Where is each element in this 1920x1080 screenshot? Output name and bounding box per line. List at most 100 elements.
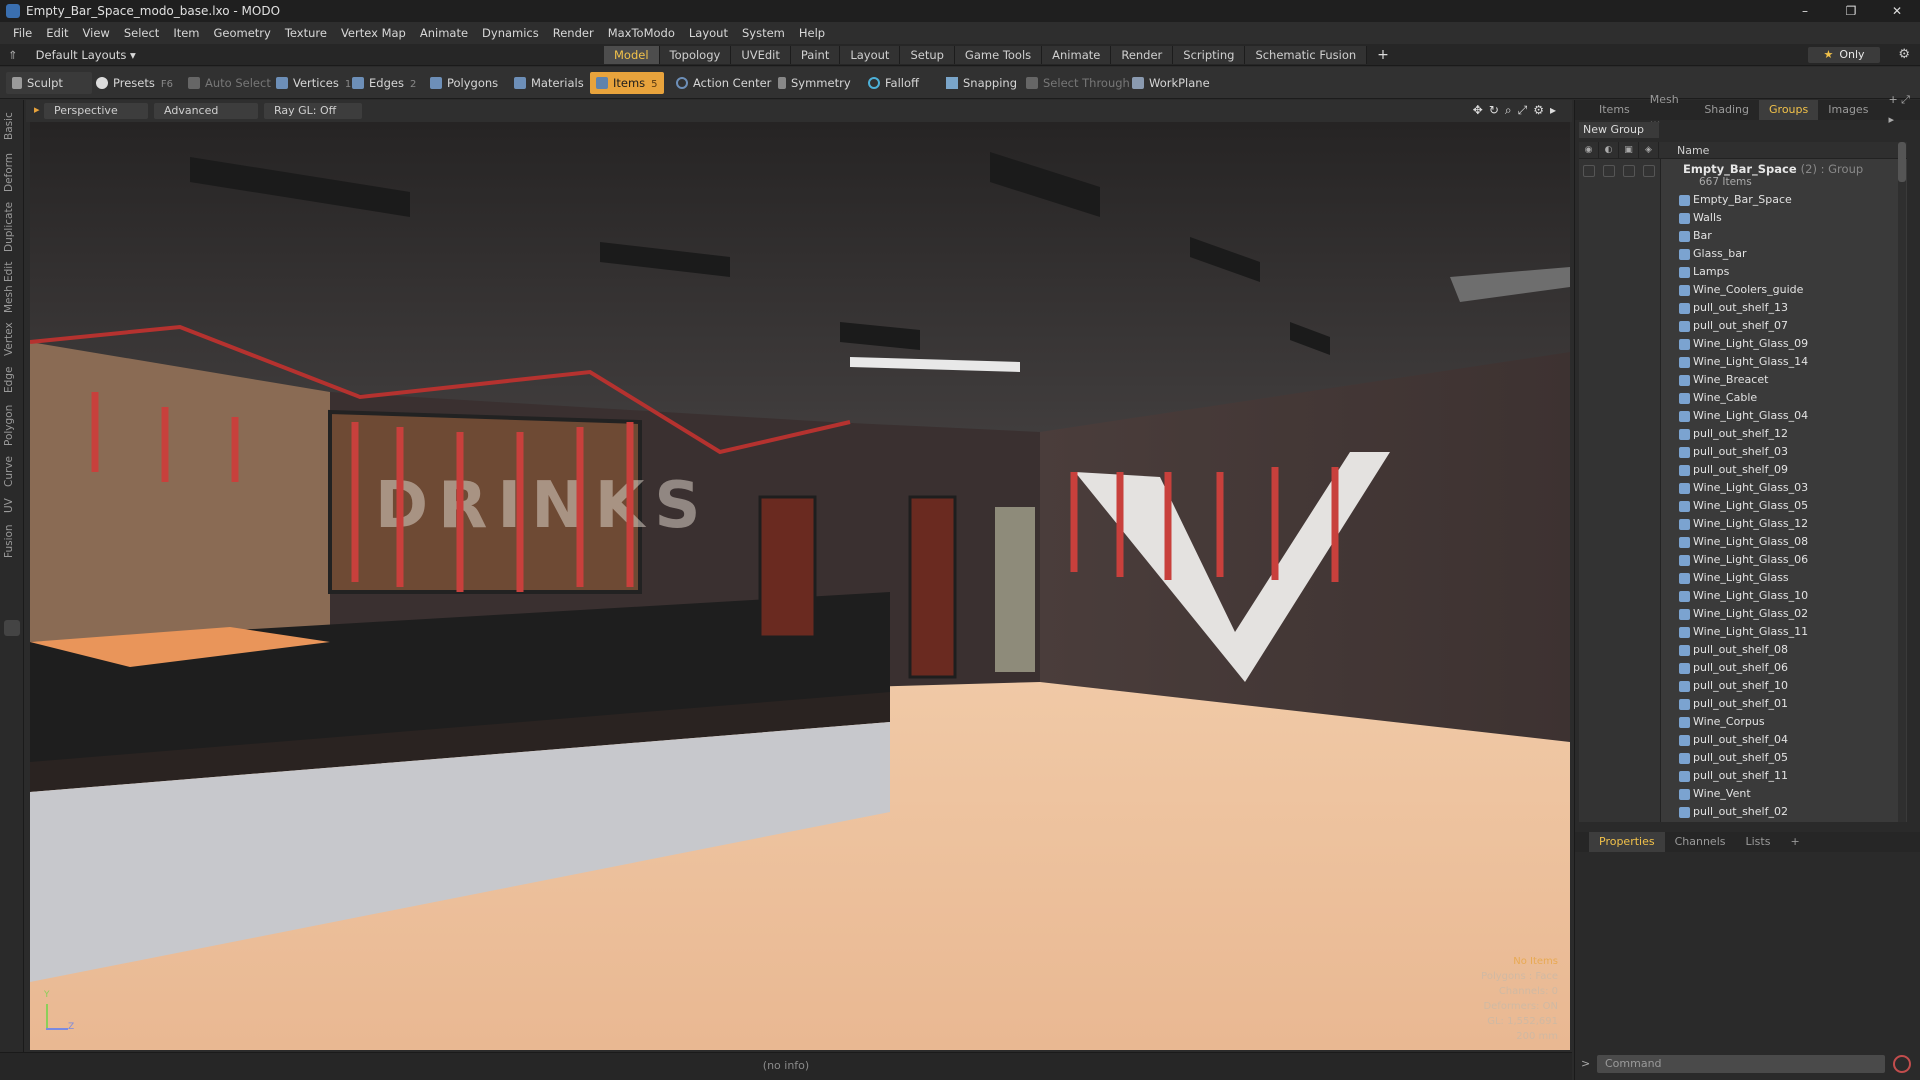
lock-icon[interactable]: ▣ xyxy=(1619,142,1639,159)
group-list-scrollbar[interactable] xyxy=(1898,142,1906,822)
list-item[interactable]: Wine_Vent xyxy=(1661,785,1907,803)
list-item[interactable]: Wine_Light_Glass_12 xyxy=(1661,515,1907,533)
tab-polygon[interactable]: Polygon xyxy=(3,400,21,450)
list-item[interactable]: pull_out_shelf_12 xyxy=(1661,425,1907,443)
list-item[interactable]: pull_out_shelf_04 xyxy=(1661,731,1907,749)
group-lock-toggle[interactable] xyxy=(1623,165,1635,177)
panel-options-icon[interactable]: + ⤢ ▸ xyxy=(1878,90,1920,130)
group-select-toggle[interactable] xyxy=(1643,165,1655,177)
list-item[interactable]: pull_out_shelf_02 xyxy=(1661,803,1907,821)
menu-item[interactable]: Item xyxy=(166,26,206,40)
list-item[interactable]: Wine_Light_Glass_06 xyxy=(1661,551,1907,569)
list-item[interactable]: Glass_bar xyxy=(1661,245,1907,263)
tab-setup[interactable]: Setup xyxy=(900,46,955,64)
list-item[interactable]: pull_out_shelf_13 xyxy=(1661,299,1907,317)
close-button[interactable]: ✕ xyxy=(1874,0,1920,22)
tab-uvedit[interactable]: UVEdit xyxy=(731,46,791,64)
tab-model[interactable]: Model xyxy=(604,46,660,64)
menu-geometry[interactable]: Geometry xyxy=(207,26,278,40)
group-eye-toggle[interactable] xyxy=(1583,165,1595,177)
list-item[interactable]: pull_out_shelf_10 xyxy=(1661,677,1907,695)
list-item[interactable]: Wine_Light_Glass_09 xyxy=(1661,335,1907,353)
tab-items[interactable]: Items xyxy=(1589,100,1640,120)
tab-curve[interactable]: Curve xyxy=(3,452,21,492)
list-item[interactable]: pull_out_shelf_05 xyxy=(1661,749,1907,767)
menu-vertex-map[interactable]: Vertex Map xyxy=(334,26,413,40)
list-item[interactable]: Wine_Light_Glass_03 xyxy=(1661,479,1907,497)
viewport-menu-icon[interactable]: ▸ xyxy=(34,103,40,116)
list-item[interactable]: pull_out_shelf_03 xyxy=(1661,443,1907,461)
tab-images[interactable]: Images xyxy=(1818,100,1878,120)
tab-deform[interactable]: Deform xyxy=(3,148,21,196)
workplane-button[interactable]: WorkPlane xyxy=(1126,72,1216,94)
list-item[interactable]: Wine_Light_Glass_14 xyxy=(1661,353,1907,371)
group-row[interactable]: Empty_Bar_Space (2) : Group 667 Items xyxy=(1661,159,1907,191)
tab-groups[interactable]: Groups xyxy=(1759,100,1819,120)
render-icon[interactable]: ◐ xyxy=(1599,142,1619,159)
list-item[interactable]: Wine_Light_Glass_05 xyxy=(1661,497,1907,515)
menu-edit[interactable]: Edit xyxy=(39,26,75,40)
menu-render[interactable]: Render xyxy=(546,26,601,40)
tab-topology[interactable]: Topology xyxy=(659,46,732,64)
maximize-button[interactable]: ❐ xyxy=(1828,0,1874,22)
presets-button[interactable]: Presets F6 xyxy=(90,72,179,94)
list-item[interactable]: Bar xyxy=(1661,227,1907,245)
group-render-toggle[interactable] xyxy=(1603,165,1615,177)
command-history-icon[interactable] xyxy=(1893,1055,1911,1073)
list-item[interactable]: Wine_Light_Glass xyxy=(1661,569,1907,587)
tab-uv[interactable]: UV xyxy=(3,494,21,518)
command-input[interactable]: Command xyxy=(1597,1055,1885,1073)
tab-scripting[interactable]: Scripting xyxy=(1173,46,1246,64)
tab-render[interactable]: Render xyxy=(1111,46,1174,64)
menu-help[interactable]: Help xyxy=(792,26,832,40)
list-item[interactable]: pull_out_shelf_06 xyxy=(1661,659,1907,677)
list-item[interactable]: pull_out_shelf_11 xyxy=(1661,767,1907,785)
list-item[interactable]: Wine_Light_Glass_11 xyxy=(1661,623,1907,641)
tab-channels[interactable]: Channels xyxy=(1665,832,1736,852)
tab-schematic-fusion[interactable]: Schematic Fusion xyxy=(1245,46,1368,64)
select-through-button[interactable]: Select Through xyxy=(1020,72,1136,94)
list-item[interactable]: pull_out_shelf_08 xyxy=(1661,641,1907,659)
tab-fusion[interactable]: Fusion xyxy=(3,520,21,562)
viewport-nav-icons[interactable]: ✥↻⌕⤢⚙▸ xyxy=(1473,103,1562,118)
action-center-button[interactable]: Action Center xyxy=(670,72,777,94)
list-item[interactable]: pull_out_shelf_07 xyxy=(1661,317,1907,335)
add-properties-tab-icon[interactable]: + xyxy=(1780,832,1809,852)
items-button[interactable]: Items 5 xyxy=(590,72,664,94)
menu-maxtomodo[interactable]: MaxToModo xyxy=(601,26,682,40)
tab-duplicate[interactable]: Duplicate xyxy=(3,198,21,256)
menu-texture[interactable]: Texture xyxy=(278,26,334,40)
sculpt-button[interactable]: Sculpt xyxy=(6,72,92,94)
eye-icon[interactable]: ◉ xyxy=(1579,142,1599,159)
menu-view[interactable]: View xyxy=(76,26,117,40)
list-item[interactable]: Wine_Breacet xyxy=(1661,371,1907,389)
tab-mesh-edit[interactable]: Mesh Edit xyxy=(3,258,21,316)
tab-basic[interactable]: Basic xyxy=(3,106,21,146)
gear-icon[interactable]: ⚙ xyxy=(1898,47,1910,62)
toolbox-toggle-icon[interactable] xyxy=(4,620,20,636)
list-item[interactable]: pull_out_shelf_01 xyxy=(1661,695,1907,713)
select-icon[interactable]: ◈ xyxy=(1639,142,1659,159)
tab-lists[interactable]: Lists xyxy=(1736,832,1781,852)
menu-system[interactable]: System xyxy=(735,26,792,40)
3d-viewport[interactable]: DRINKS No Items Polygons : Face Channels… xyxy=(30,122,1570,1050)
new-group-button[interactable]: New Group xyxy=(1579,122,1659,138)
list-item[interactable]: Lamps xyxy=(1661,263,1907,281)
symmetry-button[interactable]: Symmetry xyxy=(772,72,857,94)
list-item[interactable]: Wine_Light_Glass_10 xyxy=(1661,587,1907,605)
tab-layout[interactable]: Layout xyxy=(840,46,901,64)
tab-shading[interactable]: Shading xyxy=(1694,100,1759,120)
tab-vertex[interactable]: Vertex xyxy=(3,318,21,360)
tab-game-tools[interactable]: Game Tools xyxy=(954,46,1043,64)
view-type-dropdown[interactable]: Perspective xyxy=(44,103,148,119)
polygons-button[interactable]: Polygons xyxy=(424,72,504,94)
edges-button[interactable]: Edges 2 xyxy=(346,72,422,94)
list-item[interactable]: Wine_Light_Glass_02 xyxy=(1661,605,1907,623)
only-button[interactable]: ★ Only xyxy=(1808,47,1880,63)
auto-select-button[interactable]: Auto Select xyxy=(182,72,277,94)
tab-properties[interactable]: Properties xyxy=(1589,832,1665,852)
list-item[interactable]: Wine_Coolers_guide xyxy=(1661,281,1907,299)
tab-paint[interactable]: Paint xyxy=(790,46,841,64)
materials-button[interactable]: Materials xyxy=(508,72,590,94)
falloff-button[interactable]: Falloff xyxy=(862,72,925,94)
